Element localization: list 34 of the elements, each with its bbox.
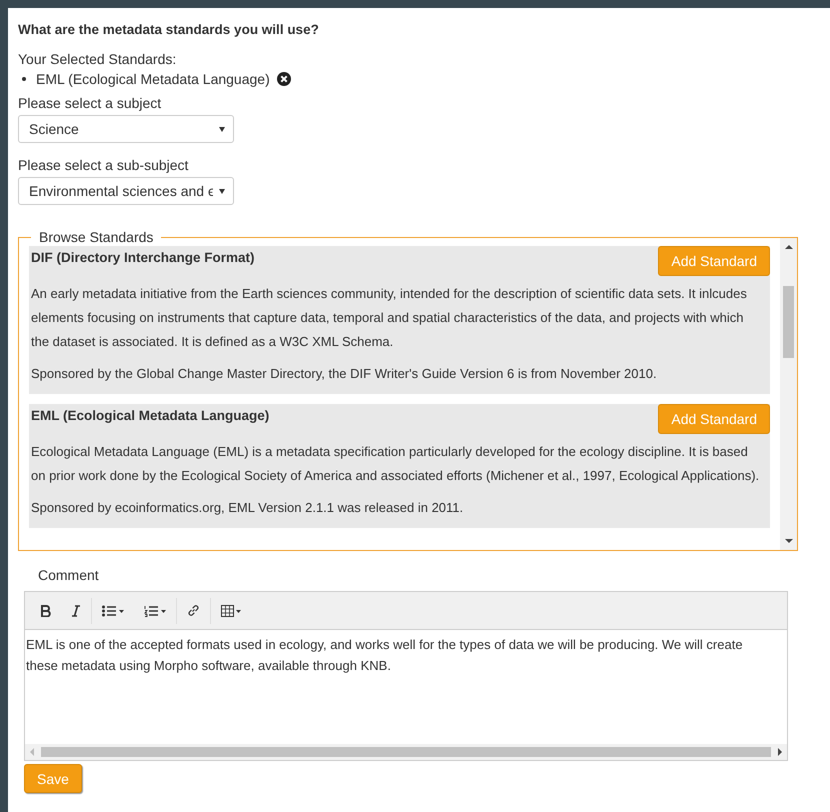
remove-icon[interactable] — [276, 72, 291, 86]
bullet-list-icon — [102, 604, 124, 616]
standard-description: Ecological Metadata Language (EML) is a metadata specification particularly developed for the ecology discipline. It is based on prior work done by the Ecological Society of America and associated efforts (Michener et al., 1997, Ecological Applications). — [31, 443, 760, 485]
scroll-down-icon[interactable] — [784, 538, 792, 544]
add-standard-button[interactable]: Add Standard — [658, 404, 770, 434]
dropdown[interactable]: Science — [18, 115, 234, 143]
question-heading: What are the metadata standards you will use? — [18, 22, 320, 37]
selected-standards-label: Your Selected Standards: — [18, 51, 178, 67]
selected-standard: EML (Ecological Metadata Language) — [36, 71, 270, 87]
comment-label: Comment — [38, 567, 100, 583]
scroll-thumb[interactable] — [41, 747, 771, 757]
table-icon — [221, 604, 242, 616]
bullet-icon — [22, 77, 26, 81]
scroll-up-icon[interactable] — [784, 244, 792, 250]
comment-text: EML is one of the accepted formats used in ecology, and works well for the types of data we will be producing. We will create these metadata using Morpho software, available through KNB. — [25, 636, 744, 675]
caret-icon — [219, 188, 225, 194]
subject-label: Please select a subject — [18, 95, 162, 111]
italic-icon — [71, 604, 81, 616]
standard-title: EML (Ecological Metadata Language) — [31, 407, 270, 423]
scroll-right-icon[interactable] — [777, 748, 783, 756]
bold-icon — [41, 604, 51, 616]
link-icon — [187, 604, 200, 617]
add-standard-button[interactable]: Add Standard — [658, 246, 770, 276]
numbered-list-icon — [144, 604, 166, 616]
scroll-thumb[interactable] — [783, 286, 794, 358]
save-button[interactable]: Save — [24, 764, 82, 793]
caret-icon — [219, 126, 225, 132]
standard-description: An early metadata initiative from the Earth sciences community, intended for the description of scientific data sets. It inlcudes elements focusing on instruments that capture data, temporal and spatial characteristics of the data, and projects with which the dataset is associated. It is defined as a W3C XML Schema. — [31, 285, 748, 351]
standard-title: DIF (Directory Interchange Format) — [31, 249, 255, 265]
standard-sponsor: Sponsored by ecoinformatics.org, EML Version 2.1.1 was released in 2011. — [31, 499, 464, 517]
sub-subject-label: Please select a sub-subject — [18, 157, 190, 173]
vertical-scrollbar[interactable] — [780, 238, 797, 550]
standard-sponsor: Sponsored by the Global Change Master Directory, the DIF Writer's Guide Version 6 is from November 2010. — [31, 365, 658, 383]
horizontal-scrollbar[interactable] — [25, 744, 787, 760]
